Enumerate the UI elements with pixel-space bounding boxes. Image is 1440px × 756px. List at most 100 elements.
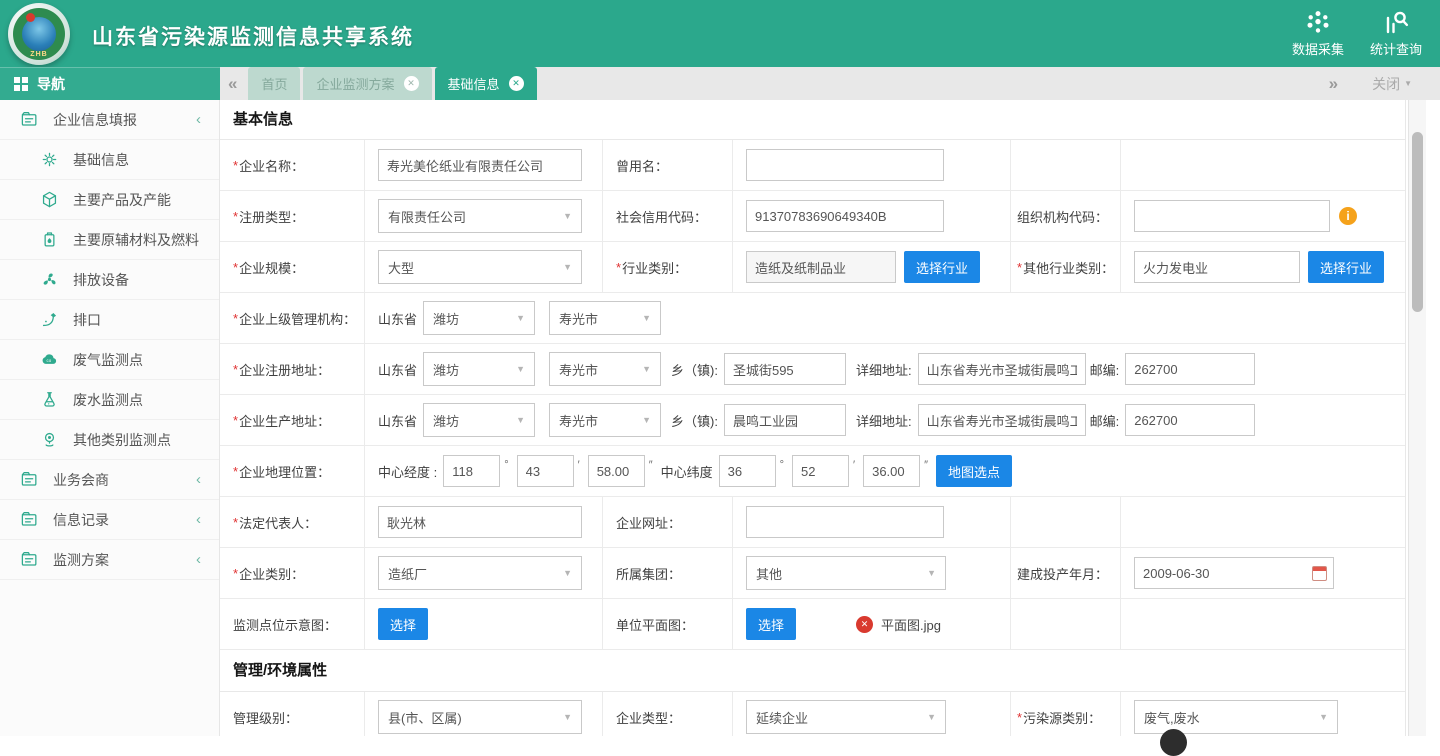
sidebar-item-other-monitor-points[interactable]: 其他类别监测点 — [0, 420, 219, 460]
reg-zip-input[interactable] — [1125, 353, 1255, 385]
chevron-down-icon: ▼ — [563, 211, 572, 221]
app-title: 山东省污染源监测信息共享系统 — [92, 21, 414, 51]
company-category-select[interactable]: 造纸厂▼ — [378, 556, 582, 590]
sidebar-group-monitor-plan[interactable]: 监测方案 ‹ — [0, 540, 219, 580]
sidebar-group-label: 业务会商 — [53, 470, 109, 490]
tab-basic-info[interactable]: 基础信息 ✕ — [435, 67, 537, 100]
close-icon[interactable]: ✕ — [509, 76, 524, 91]
former-name-input[interactable] — [746, 149, 944, 181]
plan-image-select-button[interactable]: 选择 — [746, 608, 796, 640]
row-legal-rep: *法定代表人： 企业网址： — [220, 497, 1405, 548]
stats-search-icon — [1383, 9, 1409, 35]
lng-min-input[interactable] — [517, 455, 574, 487]
province-label: 山东省 — [378, 411, 417, 430]
build-date-label: 建成投产年月： — [1010, 548, 1120, 598]
chevron-left-icon[interactable]: ‹ — [196, 471, 201, 488]
pollution-category-select[interactable]: 废气,废水▼ — [1134, 700, 1338, 734]
prod-detail-input[interactable] — [918, 404, 1086, 436]
section-title-basic: 基本信息 — [220, 100, 1405, 140]
folder-icon — [20, 470, 39, 489]
mgmt-level-label: 管理级别： — [220, 692, 364, 736]
scrollbar-thumb[interactable] — [1412, 132, 1423, 312]
reg-detail-input[interactable] — [918, 353, 1086, 385]
reg-city-select[interactable]: 潍坊▼ — [423, 352, 535, 386]
vertical-scrollbar[interactable] — [1408, 100, 1426, 736]
outlet-icon — [40, 310, 59, 329]
reg-county-select[interactable]: 寿光市▼ — [549, 352, 661, 386]
other-industry-input[interactable] — [1134, 251, 1300, 283]
degree-symbol: ° — [780, 459, 784, 471]
website-input[interactable] — [746, 506, 944, 538]
build-date-input[interactable] — [1134, 557, 1334, 589]
province-label: 山东省 — [378, 360, 417, 379]
row-production-address: *企业生产地址： 山东省 潍坊▼ 寿光市▼ 乡（镇): 详细地址: 邮编: — [220, 395, 1405, 446]
folder-icon — [20, 110, 39, 129]
sidebar-group-info-records[interactable]: 信息记录 ‹ — [0, 500, 219, 540]
stats-query-button[interactable]: 统计查询 — [1370, 9, 1422, 58]
prod-town-input[interactable] — [724, 404, 846, 436]
close-icon[interactable]: ✕ — [404, 76, 419, 91]
app-logo-icon: ZHB — [8, 3, 70, 65]
chevron-left-icon[interactable]: ‹ — [196, 551, 201, 568]
credit-code-input[interactable] — [746, 200, 944, 232]
prod-city-select[interactable]: 潍坊▼ — [423, 403, 535, 437]
lng-deg-input[interactable] — [443, 455, 500, 487]
row-company-category: *企业类别： 造纸厂▼ 所属集团： 其他▼ 建成投产年月： — [220, 548, 1405, 599]
pollution-category-label: *污染源类别： — [1010, 692, 1120, 736]
sidebar-item-products-capacity[interactable]: 主要产品及产能 — [0, 180, 219, 220]
site-sketch-label: 监测点位示意图： — [220, 599, 364, 649]
tab-enterprise-monitor-plan[interactable]: 企业监测方案 ✕ — [303, 67, 431, 100]
industry-label: *行业类别： — [602, 242, 732, 292]
chevron-left-icon[interactable]: ‹ — [196, 111, 201, 128]
data-collect-button[interactable]: 数据采集 — [1292, 9, 1344, 58]
site-sketch-select-button[interactable]: 选择 — [378, 608, 428, 640]
company-name-input[interactable] — [378, 149, 582, 181]
sidebar-group-label: 信息记录 — [53, 510, 109, 530]
sidebar-item-outlets[interactable]: 排口 — [0, 300, 219, 340]
dots-cluster-icon — [1305, 9, 1331, 35]
prod-zip-input[interactable] — [1125, 404, 1255, 436]
register-type-select[interactable]: 有限责任公司▼ — [378, 199, 582, 233]
info-icon[interactable]: i — [1339, 207, 1357, 225]
mgmt-level-select[interactable]: 县(市、区属)▼ — [378, 700, 582, 734]
lat-deg-input[interactable] — [719, 455, 776, 487]
industry-input[interactable] — [746, 251, 896, 283]
chevron-down-icon: ▼ — [642, 313, 651, 323]
parent-county-select[interactable]: 寿光市▼ — [549, 301, 661, 335]
close-tabs-menu[interactable]: 关闭 ▼ — [1372, 74, 1412, 94]
tabs-scroll-left-button[interactable]: « — [220, 67, 245, 100]
scale-select[interactable]: 大型▼ — [378, 250, 582, 284]
sidebar-group-business-consult[interactable]: 业务会商 ‹ — [0, 460, 219, 500]
stats-query-label: 统计查询 — [1370, 39, 1422, 58]
town-label: 乡（镇): — [671, 360, 718, 379]
lat-sec-input[interactable] — [863, 455, 920, 487]
sidebar-item-basic-info[interactable]: 基础信息 — [0, 140, 219, 180]
calendar-icon[interactable] — [1312, 566, 1327, 581]
reg-town-input[interactable] — [724, 353, 846, 385]
select-industry-button[interactable]: 选择行业 — [904, 251, 980, 283]
parent-city-select[interactable]: 潍坊▼ — [423, 301, 535, 335]
sidebar-item-raw-materials-fuel[interactable]: 主要原辅材料及燃料 — [0, 220, 219, 260]
group-belong-select[interactable]: 其他▼ — [746, 556, 946, 590]
lat-min-input[interactable] — [792, 455, 849, 487]
org-code-input[interactable] — [1134, 200, 1330, 232]
legal-rep-input[interactable] — [378, 506, 582, 538]
tabs-scroll-right-button[interactable]: » — [1321, 67, 1346, 100]
sidebar-item-water-monitor-points[interactable]: 废水监测点 — [0, 380, 219, 420]
tab-home[interactable]: 首页 — [248, 67, 300, 100]
lng-sec-input[interactable] — [588, 455, 645, 487]
former-name-label: 曾用名： — [602, 140, 732, 190]
select-other-industry-button[interactable]: 选择行业 — [1308, 251, 1384, 283]
delete-file-icon[interactable]: ✕ — [856, 616, 873, 633]
map-pick-button[interactable]: 地图选点 — [936, 455, 1012, 487]
sidebar-group-enterprise-info[interactable]: 企业信息填报 ‹ — [0, 100, 219, 140]
credit-code-label: 社会信用代码： — [602, 191, 732, 241]
latitude-label: 中心纬度 — [661, 462, 713, 481]
sidebar-item-gas-monitor-points[interactable]: co 废气监测点 — [0, 340, 219, 380]
prod-county-select[interactable]: 寿光市▼ — [549, 403, 661, 437]
sidebar-item-emission-equipment[interactable]: 排放设备 — [0, 260, 219, 300]
minute-symbol: ′ — [578, 459, 580, 471]
chevron-left-icon[interactable]: ‹ — [196, 511, 201, 528]
degree-symbol: ° — [504, 459, 508, 471]
company-type-select[interactable]: 延续企业▼ — [746, 700, 946, 734]
